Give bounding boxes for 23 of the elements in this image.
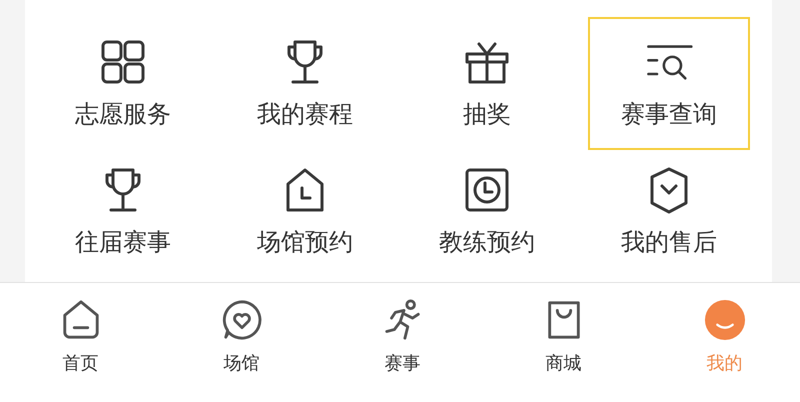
tab[interactable]: 赛事 bbox=[322, 283, 483, 402]
service-item[interactable]: 赛事查询 bbox=[588, 17, 750, 150]
service-label: 我的赛程 bbox=[257, 99, 353, 130]
chat-heart-icon bbox=[220, 299, 262, 341]
service-item[interactable]: 我的赛程 bbox=[224, 17, 386, 145]
service-item[interactable]: 场馆预约 bbox=[224, 145, 386, 273]
service-label: 我的售后 bbox=[621, 227, 717, 258]
service-label: 场馆预约 bbox=[257, 227, 353, 258]
service-label: 教练预约 bbox=[439, 227, 535, 258]
tab[interactable]: 场馆 bbox=[161, 283, 322, 402]
service-item[interactable]: 往届赛事 bbox=[42, 145, 204, 273]
avatar-icon bbox=[704, 299, 746, 341]
service-item[interactable]: 抽奖 bbox=[406, 17, 568, 145]
clock-icon bbox=[463, 166, 511, 214]
service-label: 抽奖 bbox=[463, 99, 511, 130]
tab[interactable]: 首页 bbox=[0, 283, 161, 402]
service-label: 志愿服务 bbox=[75, 99, 171, 130]
service-label: 往届赛事 bbox=[75, 227, 171, 258]
grid-icon bbox=[99, 38, 147, 86]
service-item[interactable]: 志愿服务 bbox=[42, 17, 204, 145]
service-item[interactable]: 教练预约 bbox=[406, 145, 568, 273]
tab[interactable]: 商城 bbox=[483, 283, 644, 402]
service-label: 赛事查询 bbox=[621, 99, 717, 130]
